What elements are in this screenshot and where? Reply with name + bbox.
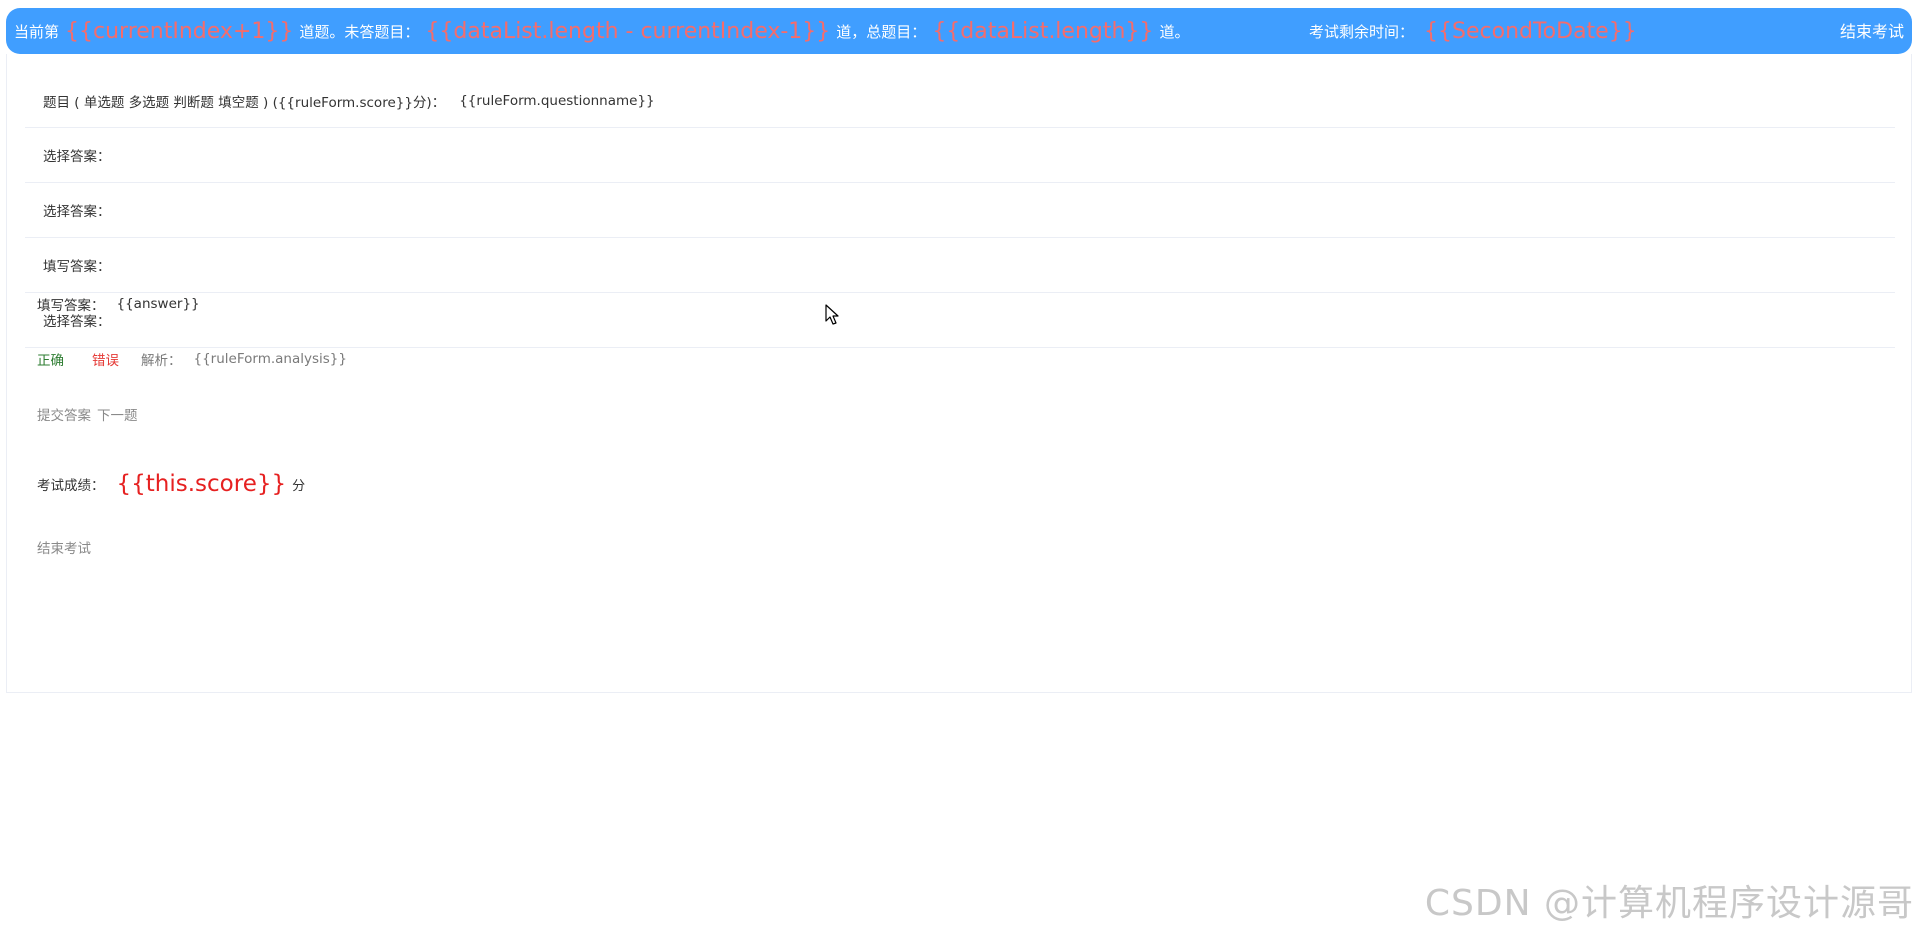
analysis-label: 解析： [141,353,182,369]
question-label: 题目 ( 单选题 多选题 判断题 填空题 ) ({{ruleForm.score… [43,94,446,111]
score-label: 考试成绩： [37,478,105,494]
question-form: 题目 ( 单选题 多选题 判断题 填空题 ) ({{ruleForm.score… [25,74,1895,348]
end-exam-button[interactable]: 结束考试 [37,537,91,557]
answer-label: 选择答案： [43,149,111,165]
answer-row-choice-multiple[interactable]: 选择答案： [25,183,1895,238]
action-row: 提交答案 下一题 [37,404,138,424]
mouse-cursor-icon [825,304,839,325]
unanswered-value: {{dataList.length - currentIndex-1}} [425,18,831,44]
exam-status-bar: 当前第 {{currentIndex+1}} 道题。未答题目： {{dataLi… [6,8,1912,54]
unanswered-label: 道题。未答题目： [299,22,420,41]
remaining-time-info: 考试剩余时间： {{SecondToDate}} [1309,8,1643,54]
analysis-text: {{ruleForm.analysis}} [193,351,347,367]
correct-indicator: 正确 [37,353,64,369]
next-question-button[interactable]: 下一题 [97,404,138,424]
score-value: {{this.score}} [116,471,287,497]
question-row: 题目 ( 单选题 多选题 判断题 填空题 ) ({{ruleForm.score… [25,74,1895,128]
submit-answer-button[interactable]: 提交答案 [37,404,91,424]
filled-answer-row: 填写答案： {{answer}} [37,294,200,314]
answer-label: 选择答案： [43,204,111,220]
end-exam-header-button[interactable]: 结束考试 [1840,18,1904,42]
answer-label: 填写答案： [43,259,111,275]
question-text: {{ruleForm.questionname}} [459,92,655,109]
time-value: {{SecondToDate}} [1424,18,1637,44]
question-card: 题目 ( 单选题 多选题 判断题 填空题 ) ({{ruleForm.score… [6,54,1912,693]
answer-row-judge[interactable]: 选择答案： [25,293,1895,348]
score-row: 考试成绩： {{this.score}} 分 [37,466,305,502]
result-row: 正确 错误 解析： {{ruleForm.analysis}} [37,349,347,369]
filled-answer-label: 填写答案： [37,298,105,314]
answer-row-choice-single[interactable]: 选择答案： [25,128,1895,183]
score-unit: 分 [292,478,306,494]
total-value: {{dataList.length}} [932,18,1154,44]
filled-answer-value: {{answer}} [116,296,200,312]
time-label: 考试剩余时间： [1309,22,1415,41]
current-index-value: {{currentIndex+1}} [65,18,294,44]
answer-row-fill[interactable]: 填写答案： [25,238,1895,293]
total-label: 道，总题目： [836,22,927,41]
end-exam-row: 结束考试 [37,537,91,557]
watermark-text: CSDN @计算机程序设计源哥 [1424,883,1914,924]
total-suffix-label: 道。 [1159,22,1190,41]
exam-page: 当前第 {{currentIndex+1}} 道题。未答题目： {{dataLi… [0,0,1918,934]
progress-info: 当前第 {{currentIndex+1}} 道题。未答题目： {{dataLi… [14,8,1189,54]
wrong-indicator: 错误 [92,353,119,369]
current-prefix-label: 当前第 [14,22,60,41]
